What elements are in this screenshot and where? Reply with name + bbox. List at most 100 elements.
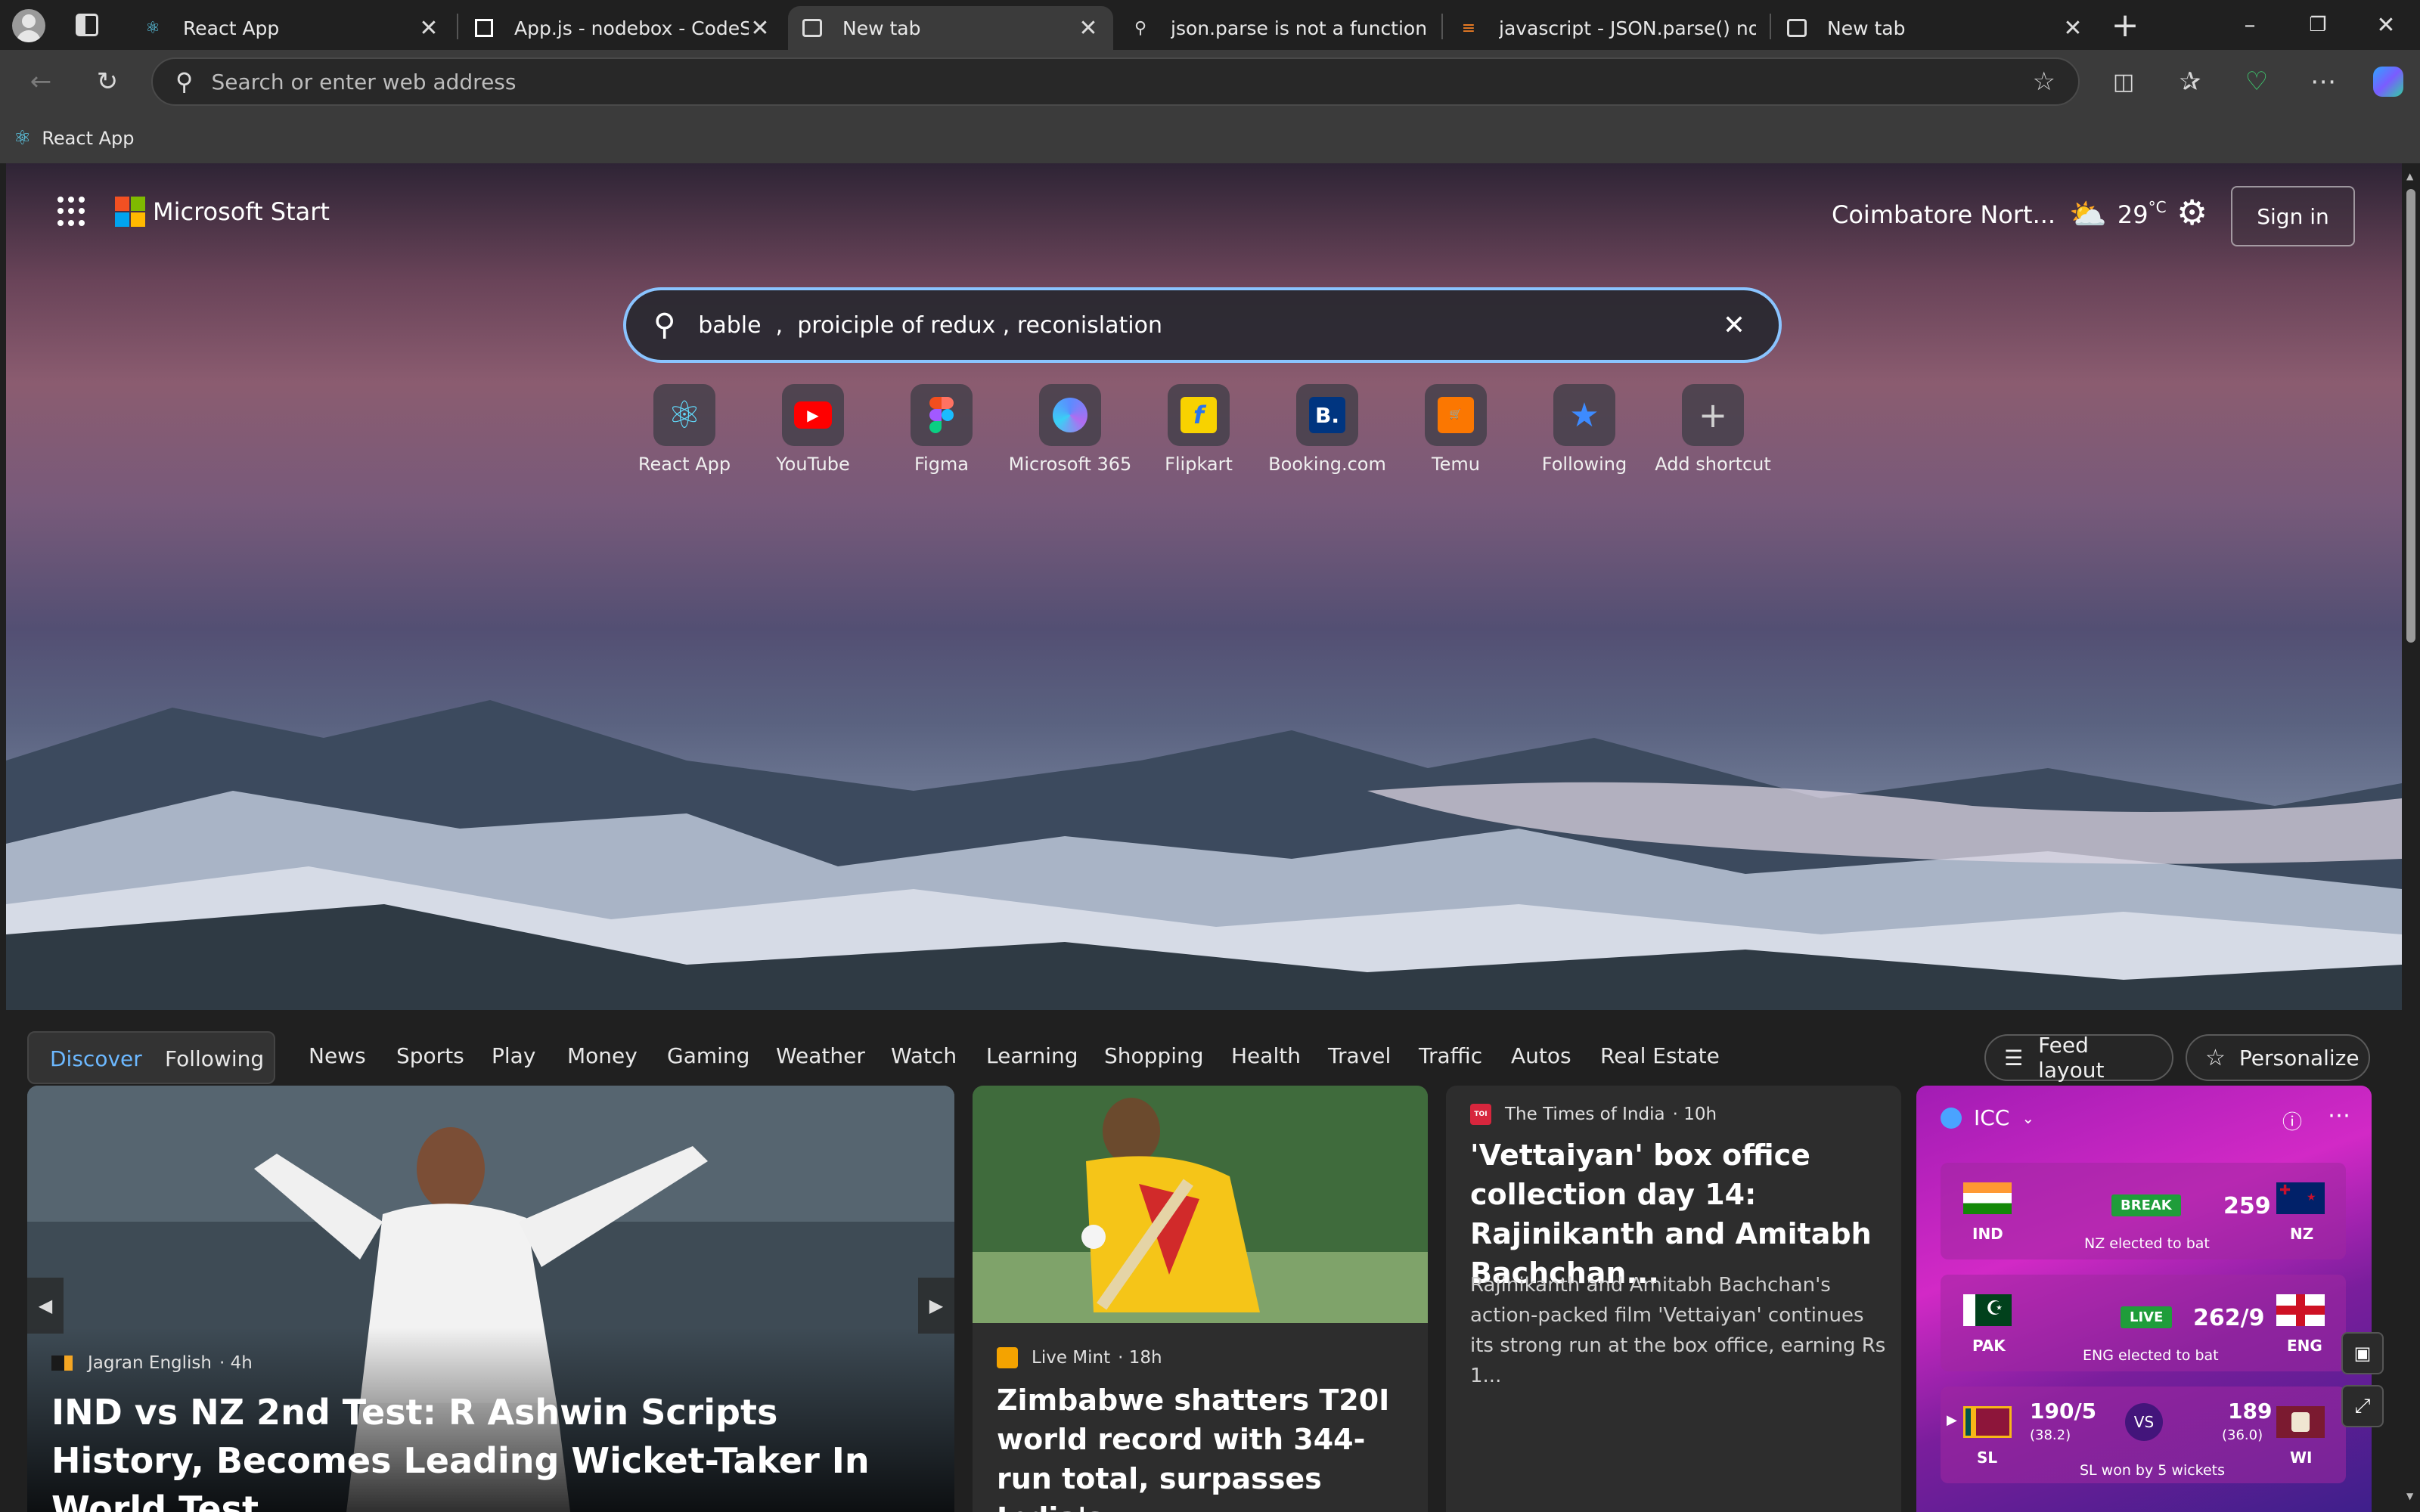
nav-news[interactable]: News [309, 1043, 366, 1068]
shortcut-booking[interactable]: B. Booking.com [1263, 384, 1392, 475]
new-tab-icon [802, 17, 823, 39]
shortcut-temu[interactable]: 🛒 Temu [1392, 384, 1520, 475]
nav-learning[interactable]: Learning [986, 1043, 1078, 1068]
carousel-prev-button[interactable]: ◀ [27, 1278, 64, 1334]
tab-following[interactable]: Following [165, 1046, 264, 1071]
new-tab-button[interactable]: + [2102, 6, 2148, 45]
nav-gaming[interactable]: Gaming [667, 1043, 749, 1068]
close-tab-icon[interactable]: ✕ [2062, 15, 2084, 42]
weather-widget[interactable]: Coimbatore Nort... ⛅ 29 °C [1832, 197, 2167, 232]
sign-in-button[interactable]: Sign in [2231, 186, 2355, 246]
tab-stackoverflow[interactable]: ≡ javascript - JSON.parse() not working [1444, 6, 1770, 50]
refresh-icon[interactable]: ↻ [86, 60, 129, 103]
shortcut-microsoft-365[interactable]: Microsoft 365 [1006, 384, 1134, 475]
nav-play[interactable]: Play [492, 1043, 535, 1068]
tab-title: App.js - nodebox - CodeSandbox [514, 17, 749, 39]
minimize-icon[interactable]: – [2216, 0, 2284, 50]
tab-discover[interactable]: Discover [50, 1046, 142, 1071]
close-tab-icon[interactable]: ✕ [749, 15, 771, 42]
search-icon: ⚲ [175, 67, 194, 96]
close-tab-icon[interactable]: ✕ [1077, 15, 1100, 42]
nav-money[interactable]: Money [567, 1043, 638, 1068]
nav-health[interactable]: Health [1231, 1043, 1301, 1068]
scrollbar-down-arrow[interactable]: ▼ [2406, 1491, 2413, 1501]
shortcut-following[interactable]: ★ Following [1520, 384, 1649, 475]
search-icon: ⚲ [1134, 18, 1147, 38]
tab-react-app[interactable]: ⚛ React App ✕ [129, 6, 454, 50]
favorite-star-icon[interactable]: ☆ [2033, 67, 2055, 97]
feed-layout-button[interactable]: ☰ Feed layout [1984, 1033, 2173, 1083]
livemint-logo-icon [997, 1347, 1018, 1368]
back-icon[interactable]: ← [20, 60, 62, 103]
bookmarks-bar: ⚛ React App [0, 113, 2420, 163]
match-row[interactable]: ▶ SL 190/5 (38.2) VS 189 (36.0) WI SL wo… [1941, 1387, 2346, 1483]
nav-watch[interactable]: Watch [891, 1043, 957, 1068]
restore-icon[interactable]: ❐ [2284, 0, 2352, 50]
tab-new-tab[interactable]: New tab ✕ [1773, 6, 2098, 50]
clear-search-icon[interactable]: ✕ [1723, 310, 1745, 341]
shortcut-youtube[interactable]: ▶ YouTube [749, 384, 877, 475]
match-row[interactable]: ☪ PAK LIVE 262/9 ENG ENG elected to bat [1941, 1275, 2346, 1371]
feedback-image-icon[interactable]: ▣ [2341, 1332, 2384, 1374]
microsoft-365-icon [1039, 384, 1101, 446]
nav-traffic[interactable]: Traffic [1419, 1043, 1482, 1068]
carousel-next-button[interactable]: ▶ [918, 1278, 954, 1334]
tab-new-tab-active[interactable]: New tab ✕ [788, 6, 1113, 50]
news-card-third[interactable]: TOI The Times of India · 10h 'Vettaiyan'… [1446, 1086, 1901, 1512]
favorites-icon[interactable]: ✰ [2169, 60, 2211, 103]
app-launcher-icon[interactable] [57, 197, 88, 227]
more-menu-icon[interactable]: ⋯ [2302, 60, 2344, 103]
news-headline[interactable]: IND vs NZ 2nd Test: R Ashwin Scripts His… [51, 1388, 929, 1512]
scrollbar-up-arrow[interactable]: ▲ [2406, 171, 2413, 181]
add-shortcut-button[interactable]: + Add shortcut [1649, 384, 1777, 475]
nav-autos[interactable]: Autos [1511, 1043, 1571, 1068]
match-row[interactable]: IND BREAK 259 ✚ ★ NZ NZ elected to bat [1941, 1163, 2346, 1259]
page-scrollbar[interactable]: ▲ ▼ [2402, 163, 2420, 1512]
profile-avatar[interactable] [12, 9, 45, 42]
microsoft-logo[interactable]: Microsoft Start [115, 197, 330, 227]
tab-actions-icon[interactable] [76, 14, 98, 36]
news-headline[interactable]: Zimbabwe shatters T20I world record with… [997, 1380, 1413, 1512]
scrollbar-thumb[interactable] [2406, 189, 2415, 643]
expand-icon[interactable]: ⤢ [2341, 1385, 2384, 1427]
team1-code: SL [1977, 1448, 1998, 1467]
personalize-button[interactable]: ☆ Personalize [2186, 1034, 2370, 1081]
more-options-icon[interactable]: ⋯ [2328, 1102, 2350, 1129]
tab-codesandbox[interactable]: App.js - nodebox - CodeSandbox ✕ [460, 6, 785, 50]
nav-real-estate[interactable]: Real Estate [1600, 1043, 1720, 1068]
browser-essentials-icon[interactable]: ♡ [2235, 60, 2278, 103]
copilot-icon[interactable] [2367, 60, 2409, 103]
search-query-text[interactable]: bable , proiciple of redux , reconislati… [698, 312, 1723, 339]
news-card-main[interactable]: ◀ ▶ Jagran English · 4h IND vs NZ 2nd Te… [27, 1086, 954, 1512]
address-input[interactable] [211, 69, 2033, 94]
address-bar[interactable]: ⚲ ☆ [151, 57, 2080, 106]
news-card-second[interactable]: Live Mint · 18h Zimbabwe shatters T20I w… [973, 1086, 1428, 1512]
nav-weather[interactable]: Weather [776, 1043, 865, 1068]
expand-caret-icon[interactable]: ▶ [1947, 1412, 1957, 1428]
tab-title: New tab [1827, 17, 1906, 39]
info-icon[interactable]: ⓘ [2282, 1107, 2302, 1135]
youtube-icon: ▶ [782, 384, 844, 446]
stackoverflow-icon: ≡ [1461, 18, 1476, 38]
settings-gear-icon[interactable]: ⚙ [2176, 192, 2207, 233]
nav-shopping[interactable]: Shopping [1104, 1043, 1204, 1068]
chevron-down-icon[interactable]: ⌄ [2021, 1109, 2034, 1127]
close-tab-icon[interactable]: ✕ [417, 15, 440, 42]
west-indies-flag-icon [2276, 1406, 2325, 1438]
shortcut-flipkart[interactable]: f Flipkart [1134, 384, 1263, 475]
match-note: SL won by 5 wickets [2080, 1462, 2226, 1479]
nav-travel[interactable]: Travel [1328, 1043, 1391, 1068]
shortcut-figma[interactable]: Figma [877, 384, 1006, 475]
shortcut-react-app[interactable]: ⚛ React App [620, 384, 749, 475]
news-headline[interactable]: 'Vettaiyan' box office collection day 14… [1470, 1136, 1886, 1293]
tab-bing-search[interactable]: ⚲ json.parse is not a function - Search [1116, 6, 1441, 50]
split-screen-icon[interactable]: ◫ [2102, 60, 2145, 103]
icc-header: ICC ⌄ [1941, 1105, 2034, 1130]
shortcut-label: Figma [914, 454, 970, 475]
icc-cricket-card[interactable]: ICC ⌄ ⓘ ⋯ IND BREAK 259 ✚ ★ NZ NZ elected… [1916, 1086, 2372, 1512]
close-window-icon[interactable]: ✕ [2352, 0, 2420, 50]
bookmark-react-app[interactable]: ⚛ React App [14, 122, 135, 154]
web-search-box[interactable]: ⚲ bable , proiciple of redux , reconisla… [623, 287, 1782, 363]
nav-sports[interactable]: Sports [396, 1043, 464, 1068]
source-name: Jagran English [88, 1353, 212, 1373]
